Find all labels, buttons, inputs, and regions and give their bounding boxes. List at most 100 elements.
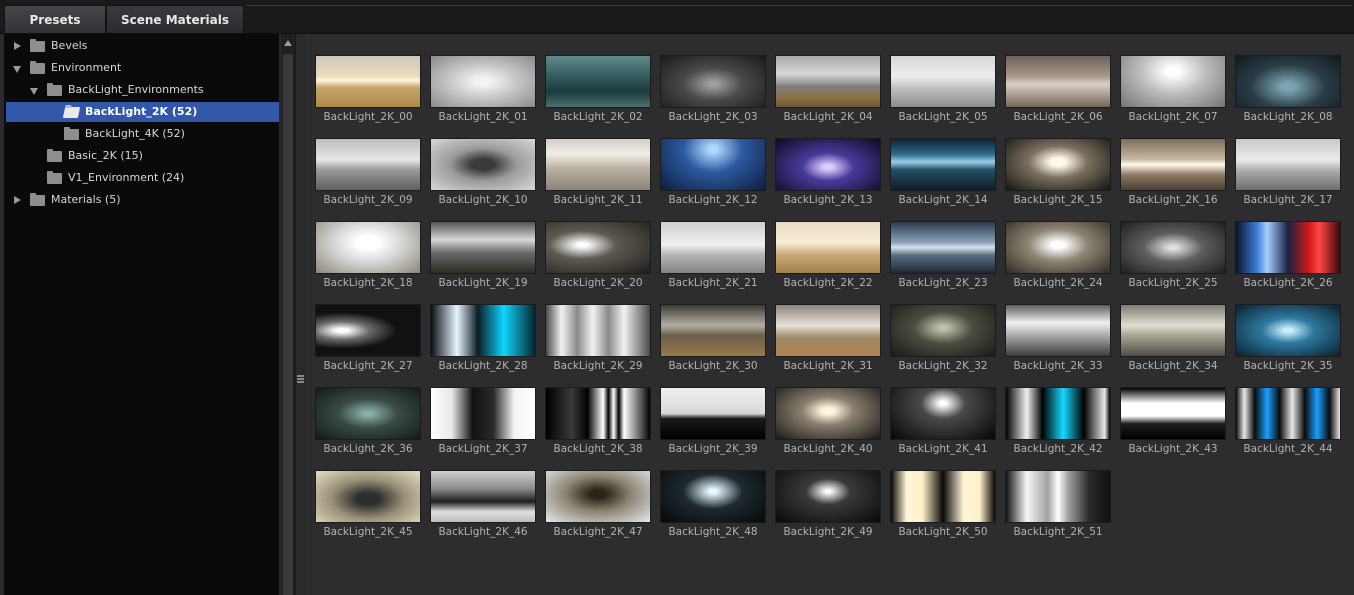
environment-preview-image[interactable]	[890, 221, 996, 274]
environment-thumbnail[interactable]: BackLight_2K_09	[315, 138, 421, 218]
environment-preview-image[interactable]	[430, 55, 536, 108]
environment-thumbnail[interactable]: BackLight_2K_34	[1120, 304, 1226, 384]
environment-thumbnail[interactable]: BackLight_2K_04	[775, 55, 881, 135]
environment-thumbnail[interactable]: BackLight_2K_22	[775, 221, 881, 301]
environment-preview-image[interactable]	[660, 138, 766, 191]
environment-preview-image[interactable]	[315, 221, 421, 274]
environment-thumbnail[interactable]: BackLight_2K_46	[430, 470, 536, 550]
tree-item[interactable]: BackLight_Environments	[4, 80, 274, 100]
environment-thumbnail[interactable]: BackLight_2K_25	[1120, 221, 1226, 301]
environment-preview-image[interactable]	[775, 470, 881, 523]
environment-preview-image[interactable]	[890, 470, 996, 523]
environment-thumbnail[interactable]: BackLight_2K_41	[890, 387, 996, 467]
environment-preview-image[interactable]	[660, 55, 766, 108]
environment-preview-image[interactable]	[545, 221, 651, 274]
environment-preview-image[interactable]	[775, 221, 881, 274]
environment-thumbnail[interactable]: BackLight_2K_44	[1235, 387, 1341, 467]
panel-splitter[interactable]	[295, 34, 305, 595]
tree-scrollbar[interactable]	[281, 34, 295, 595]
environment-thumbnail[interactable]: BackLight_2K_33	[1005, 304, 1111, 384]
environment-thumbnail[interactable]: BackLight_2K_45	[315, 470, 421, 550]
environment-thumbnail[interactable]: BackLight_2K_11	[545, 138, 651, 218]
environment-preview-image[interactable]	[1120, 138, 1226, 191]
environment-preview-image[interactable]	[1005, 304, 1111, 357]
environment-preview-image[interactable]	[545, 304, 651, 357]
environment-preview-image[interactable]	[1235, 138, 1341, 191]
environment-thumbnail[interactable]: BackLight_2K_43	[1120, 387, 1226, 467]
environment-preview-image[interactable]	[660, 304, 766, 357]
environment-thumbnail[interactable]: BackLight_2K_19	[430, 221, 536, 301]
tree-item[interactable]: BackLight_2K (52)	[6, 102, 279, 122]
environment-preview-image[interactable]	[890, 55, 996, 108]
environment-preview-image[interactable]	[430, 470, 536, 523]
tree-item[interactable]: Materials (5)	[4, 190, 274, 210]
tree-item[interactable]: BackLight_4K (52)	[4, 124, 274, 144]
environment-preview-image[interactable]	[775, 304, 881, 357]
environment-thumbnail[interactable]: BackLight_2K_29	[545, 304, 651, 384]
environment-thumbnail[interactable]: BackLight_2K_08	[1235, 55, 1341, 135]
scroll-up-arrow-icon[interactable]	[284, 40, 292, 46]
environment-preview-image[interactable]	[545, 55, 651, 108]
environment-thumbnail[interactable]: BackLight_2K_27	[315, 304, 421, 384]
environment-preview-image[interactable]	[660, 387, 766, 440]
environment-thumbnail[interactable]: BackLight_2K_36	[315, 387, 421, 467]
environment-thumbnail[interactable]: BackLight_2K_31	[775, 304, 881, 384]
environment-thumbnail[interactable]: BackLight_2K_50	[890, 470, 996, 550]
environment-preview-image[interactable]	[1120, 221, 1226, 274]
environment-preview-image[interactable]	[775, 55, 881, 108]
environment-thumbnail[interactable]: BackLight_2K_32	[890, 304, 996, 384]
environment-preview-image[interactable]	[1005, 387, 1111, 440]
environment-preview-image[interactable]	[1005, 138, 1111, 191]
environment-thumbnail[interactable]: BackLight_2K_40	[775, 387, 881, 467]
environment-preview-image[interactable]	[315, 304, 421, 357]
environment-preview-image[interactable]	[545, 387, 651, 440]
environment-thumbnail[interactable]: BackLight_2K_13	[775, 138, 881, 218]
environment-thumbnail[interactable]: BackLight_2K_02	[545, 55, 651, 135]
environment-thumbnail[interactable]: BackLight_2K_37	[430, 387, 536, 467]
environment-thumbnail[interactable]: BackLight_2K_39	[660, 387, 766, 467]
environment-preview-image[interactable]	[1235, 55, 1341, 108]
tree-item[interactable]: Bevels	[4, 36, 274, 56]
environment-thumbnail[interactable]: BackLight_2K_03	[660, 55, 766, 135]
environment-preview-image[interactable]	[430, 138, 536, 191]
environment-thumbnail[interactable]: BackLight_2K_20	[545, 221, 651, 301]
environment-thumbnail[interactable]: BackLight_2K_12	[660, 138, 766, 218]
environment-preview-image[interactable]	[315, 138, 421, 191]
environment-preview-image[interactable]	[315, 55, 421, 108]
environment-preview-image[interactable]	[1005, 221, 1111, 274]
environment-preview-image[interactable]	[1235, 387, 1341, 440]
scrollbar-thumb[interactable]	[283, 54, 293, 595]
environment-thumbnail[interactable]: BackLight_2K_00	[315, 55, 421, 135]
environment-thumbnail[interactable]: BackLight_2K_01	[430, 55, 536, 135]
environment-thumbnail[interactable]: BackLight_2K_24	[1005, 221, 1111, 301]
tab-presets[interactable]: Presets	[4, 5, 106, 33]
environment-preview-image[interactable]	[1235, 221, 1341, 274]
environment-thumbnail[interactable]: BackLight_2K_47	[545, 470, 651, 550]
environment-preview-image[interactable]	[430, 387, 536, 440]
expand-arrow-down-icon[interactable]	[12, 58, 22, 78]
environment-preview-image[interactable]	[430, 221, 536, 274]
tree-item[interactable]: V1_Environment (24)	[4, 168, 274, 188]
environment-thumbnail[interactable]: BackLight_2K_49	[775, 470, 881, 550]
environment-preview-image[interactable]	[775, 138, 881, 191]
environment-thumbnail[interactable]: BackLight_2K_18	[315, 221, 421, 301]
environment-preview-image[interactable]	[545, 138, 651, 191]
environment-thumbnail[interactable]: BackLight_2K_35	[1235, 304, 1341, 384]
environment-preview-image[interactable]	[775, 387, 881, 440]
environment-preview-image[interactable]	[315, 470, 421, 523]
environment-thumbnail[interactable]: BackLight_2K_48	[660, 470, 766, 550]
expand-arrow-right-icon[interactable]	[12, 36, 22, 56]
environment-preview-image[interactable]	[660, 221, 766, 274]
environment-thumbnail[interactable]: BackLight_2K_38	[545, 387, 651, 467]
environment-thumbnail[interactable]: BackLight_2K_05	[890, 55, 996, 135]
environment-preview-image[interactable]	[315, 387, 421, 440]
environment-preview-image[interactable]	[890, 387, 996, 440]
environment-preview-image[interactable]	[890, 304, 996, 357]
environment-thumbnail[interactable]: BackLight_2K_07	[1120, 55, 1226, 135]
environment-preview-image[interactable]	[890, 138, 996, 191]
tab-scene-materials[interactable]: Scene Materials	[106, 5, 244, 33]
environment-thumbnail[interactable]: BackLight_2K_06	[1005, 55, 1111, 135]
environment-preview-image[interactable]	[1120, 304, 1226, 357]
environment-preview-image[interactable]	[1005, 470, 1111, 523]
tree-item[interactable]: Environment	[4, 58, 274, 78]
